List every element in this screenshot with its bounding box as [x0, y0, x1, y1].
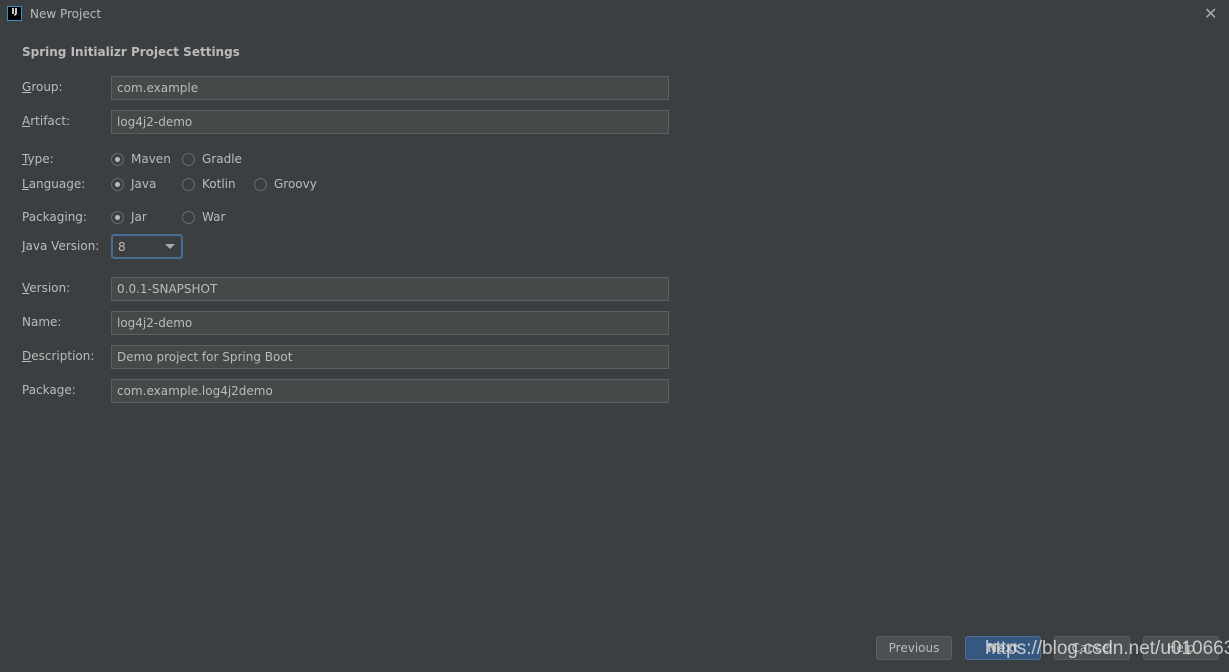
description-input[interactable] [111, 345, 669, 369]
radio-icon [111, 210, 124, 224]
artifact-label: Artifact: [22, 114, 71, 128]
package-input[interactable] [111, 379, 669, 403]
language-radio-java[interactable]: Java [111, 177, 156, 191]
language-radio-groovy[interactable]: Groovy [254, 177, 317, 191]
type-radio-maven[interactable]: Maven [111, 152, 171, 166]
intellij-logo-icon: IJ [7, 6, 22, 21]
name-input[interactable] [111, 311, 669, 335]
language-label: Language: [22, 177, 86, 191]
type-radio-gradle[interactable]: Gradle [182, 152, 242, 166]
java-version-label: Java Version: [22, 239, 100, 253]
name-label: Name: [22, 315, 62, 329]
type-label: Type: [22, 152, 54, 166]
packaging-label: Packaging: [22, 210, 87, 224]
java-version-select[interactable]: 8 [111, 234, 183, 259]
packaging-radio-jar[interactable]: Jar [111, 210, 147, 224]
package-label: Package: [22, 383, 76, 397]
group-label: Group: [22, 80, 63, 94]
radio-icon [254, 177, 267, 191]
version-input[interactable] [111, 277, 669, 301]
group-input[interactable] [111, 76, 669, 100]
artifact-input[interactable] [111, 110, 669, 134]
description-label: Description: [22, 349, 95, 363]
chevron-down-icon [165, 244, 175, 249]
radio-icon [182, 177, 195, 191]
title-bar [0, 0, 1229, 30]
radio-icon [182, 152, 195, 166]
packaging-radio-war[interactable]: War [182, 210, 225, 224]
close-icon[interactable]: ✕ [1204, 4, 1217, 23]
radio-icon [182, 210, 195, 224]
version-label: Version: [22, 281, 71, 295]
previous-button[interactable]: Previous [876, 636, 952, 660]
window-title: New Project [30, 7, 102, 21]
watermark: https://blog.csdn.net/u010663021 [985, 638, 1229, 659]
radio-icon [111, 152, 124, 166]
radio-icon [111, 177, 124, 191]
language-radio-kotlin[interactable]: Kotlin [182, 177, 236, 191]
page-title: Spring Initializr Project Settings [22, 45, 240, 59]
